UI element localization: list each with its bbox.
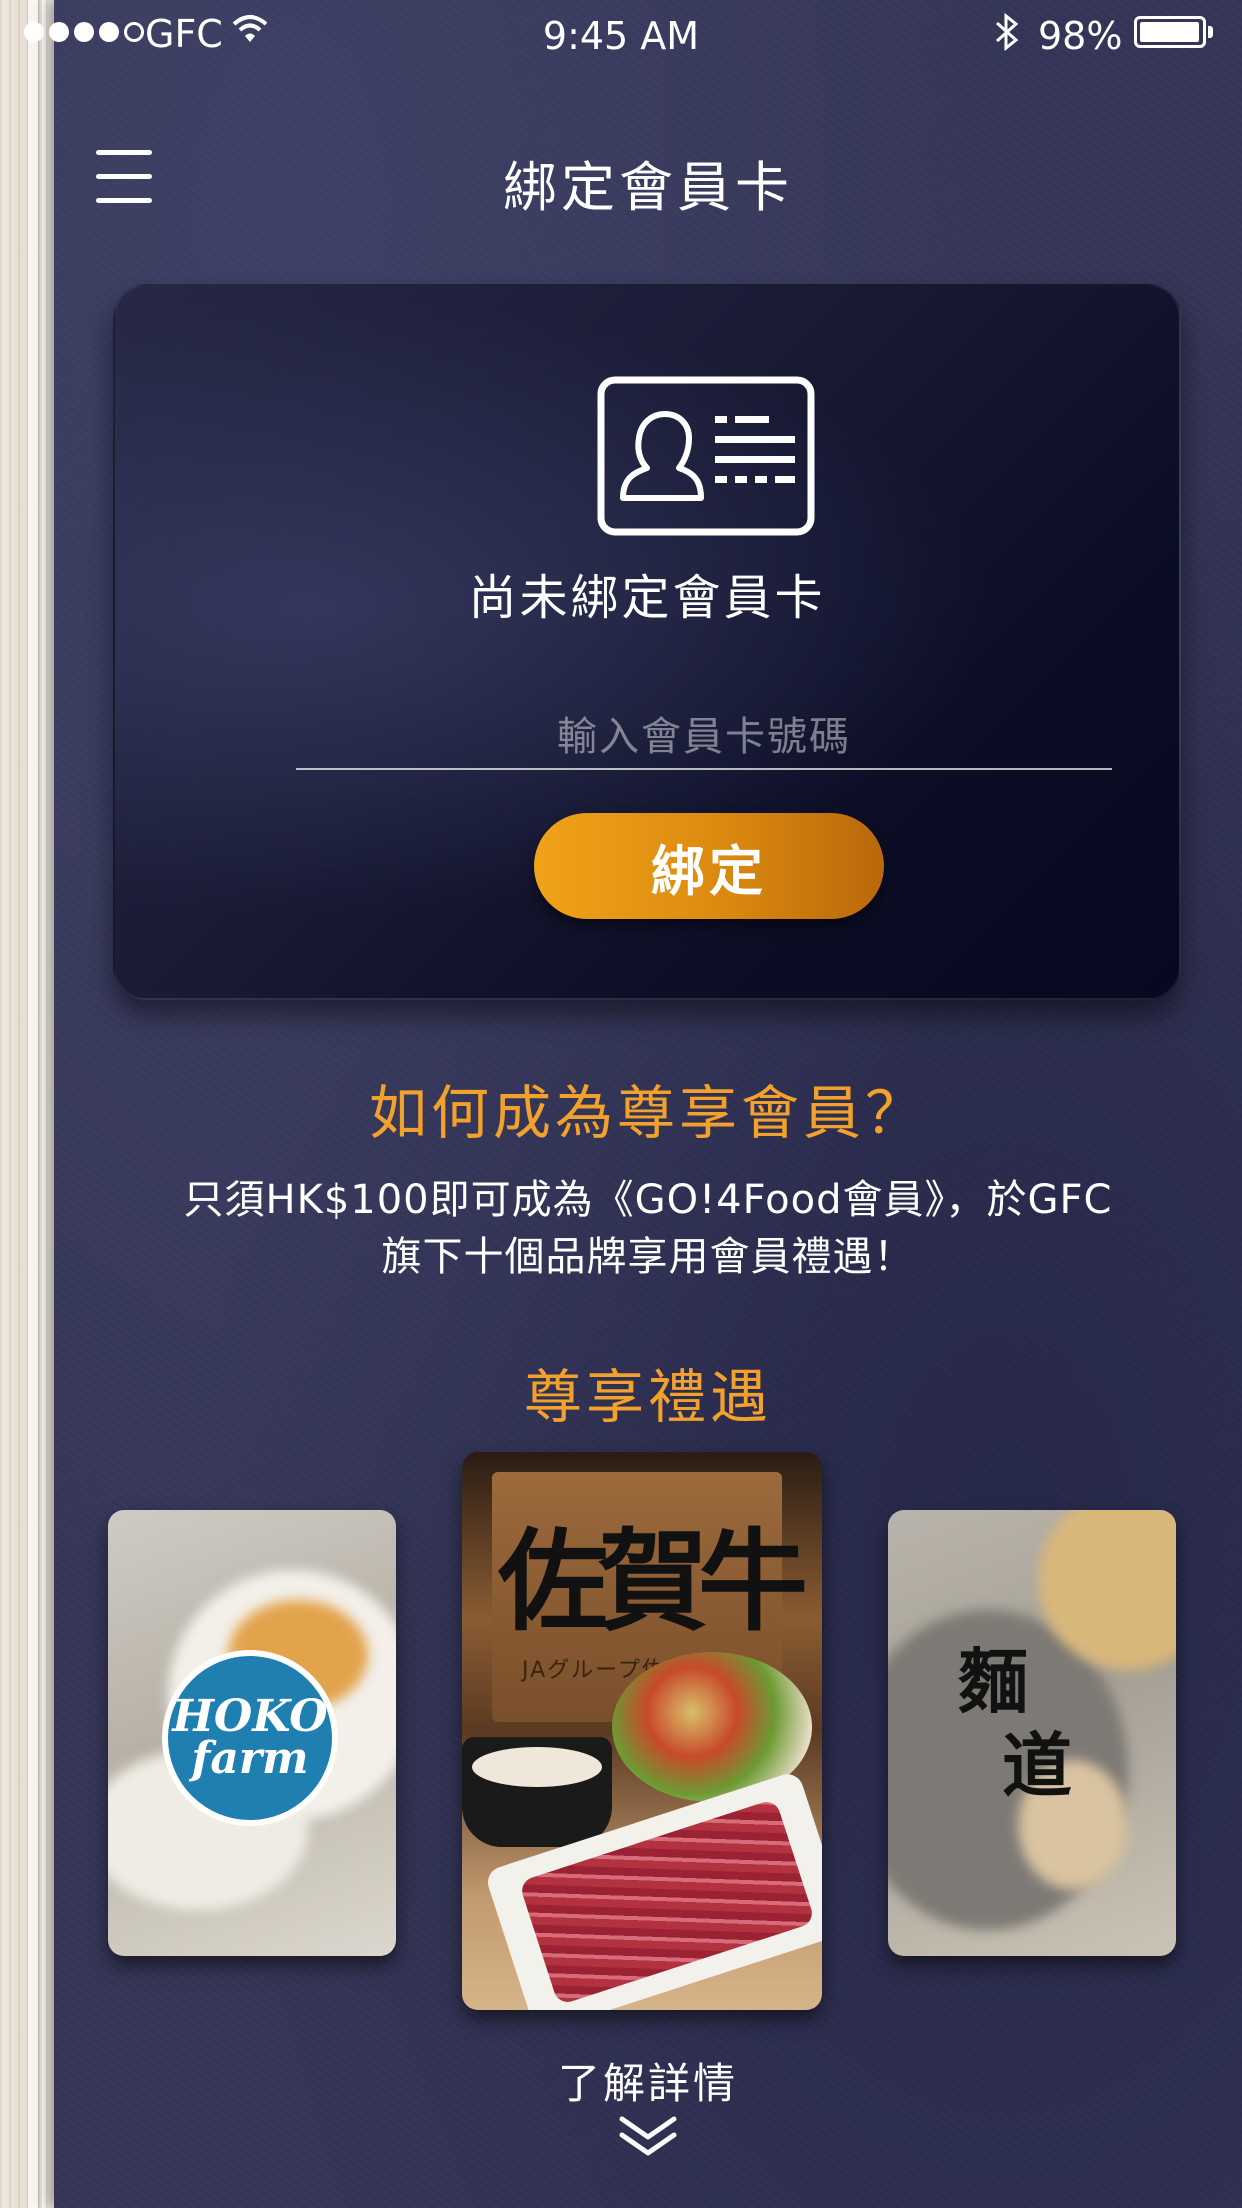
brand-card-hoko-farm[interactable]: HOKO farm xyxy=(108,1510,396,1956)
brand-card-saga-beef[interactable]: 佐賀牛 JAグループ佐賀 xyxy=(462,1452,822,2010)
app-screen: 綁定會員卡 尚未綁定會員卡 綁定 如何成為尊享會員？ 只須HK$100即可成為《… xyxy=(54,0,1242,2208)
brand-card-mendo[interactable]: 麵 道 xyxy=(888,1510,1176,1956)
battery-percentage: 98% xyxy=(1038,14,1123,58)
hoko-farm-logo: HOKO farm xyxy=(162,1650,338,1826)
edge-highlight xyxy=(42,0,46,2208)
page-title: 綁定會員卡 xyxy=(503,156,793,219)
status-bar: GFC 9:45 AM 98% xyxy=(0,0,1242,70)
saga-beef-sign-text: 佐賀牛 xyxy=(498,1517,808,1646)
how-to-become-member-title: 如何成為尊享會員？ xyxy=(368,1079,927,1147)
bluetooth-icon xyxy=(995,12,1019,52)
soup-image xyxy=(472,1747,602,1787)
membership-description: 只須HK$100即可成為《GO!4Food會員》，於GFC 旗下十個品牌享用會員… xyxy=(114,1172,1182,1286)
description-line: 只須HK$100即可成為《GO!4Food會員》，於GFC xyxy=(183,1177,1113,1223)
learn-more-link[interactable]: 了解詳情 xyxy=(54,2050,1242,2111)
double-chevron-down-icon[interactable] xyxy=(618,2115,678,2159)
benefits-title: 尊享禮遇 xyxy=(523,1363,772,1431)
member-card-number-input[interactable] xyxy=(296,706,1112,770)
battery-tip xyxy=(1208,26,1213,38)
battery-icon xyxy=(1134,16,1206,48)
member-card-panel: 尚未綁定會員卡 綁定 xyxy=(113,284,1181,1000)
member-card-icon xyxy=(597,376,815,536)
mendo-logo: 麵 道 xyxy=(958,1640,1072,1807)
edge-highlight xyxy=(28,0,38,2208)
description-line: 旗下十個品牌享用會員禮遇！ xyxy=(381,1234,915,1280)
bind-button[interactable]: 綁定 xyxy=(534,813,884,919)
card-status-text: 尚未綁定會員卡 xyxy=(468,570,826,626)
